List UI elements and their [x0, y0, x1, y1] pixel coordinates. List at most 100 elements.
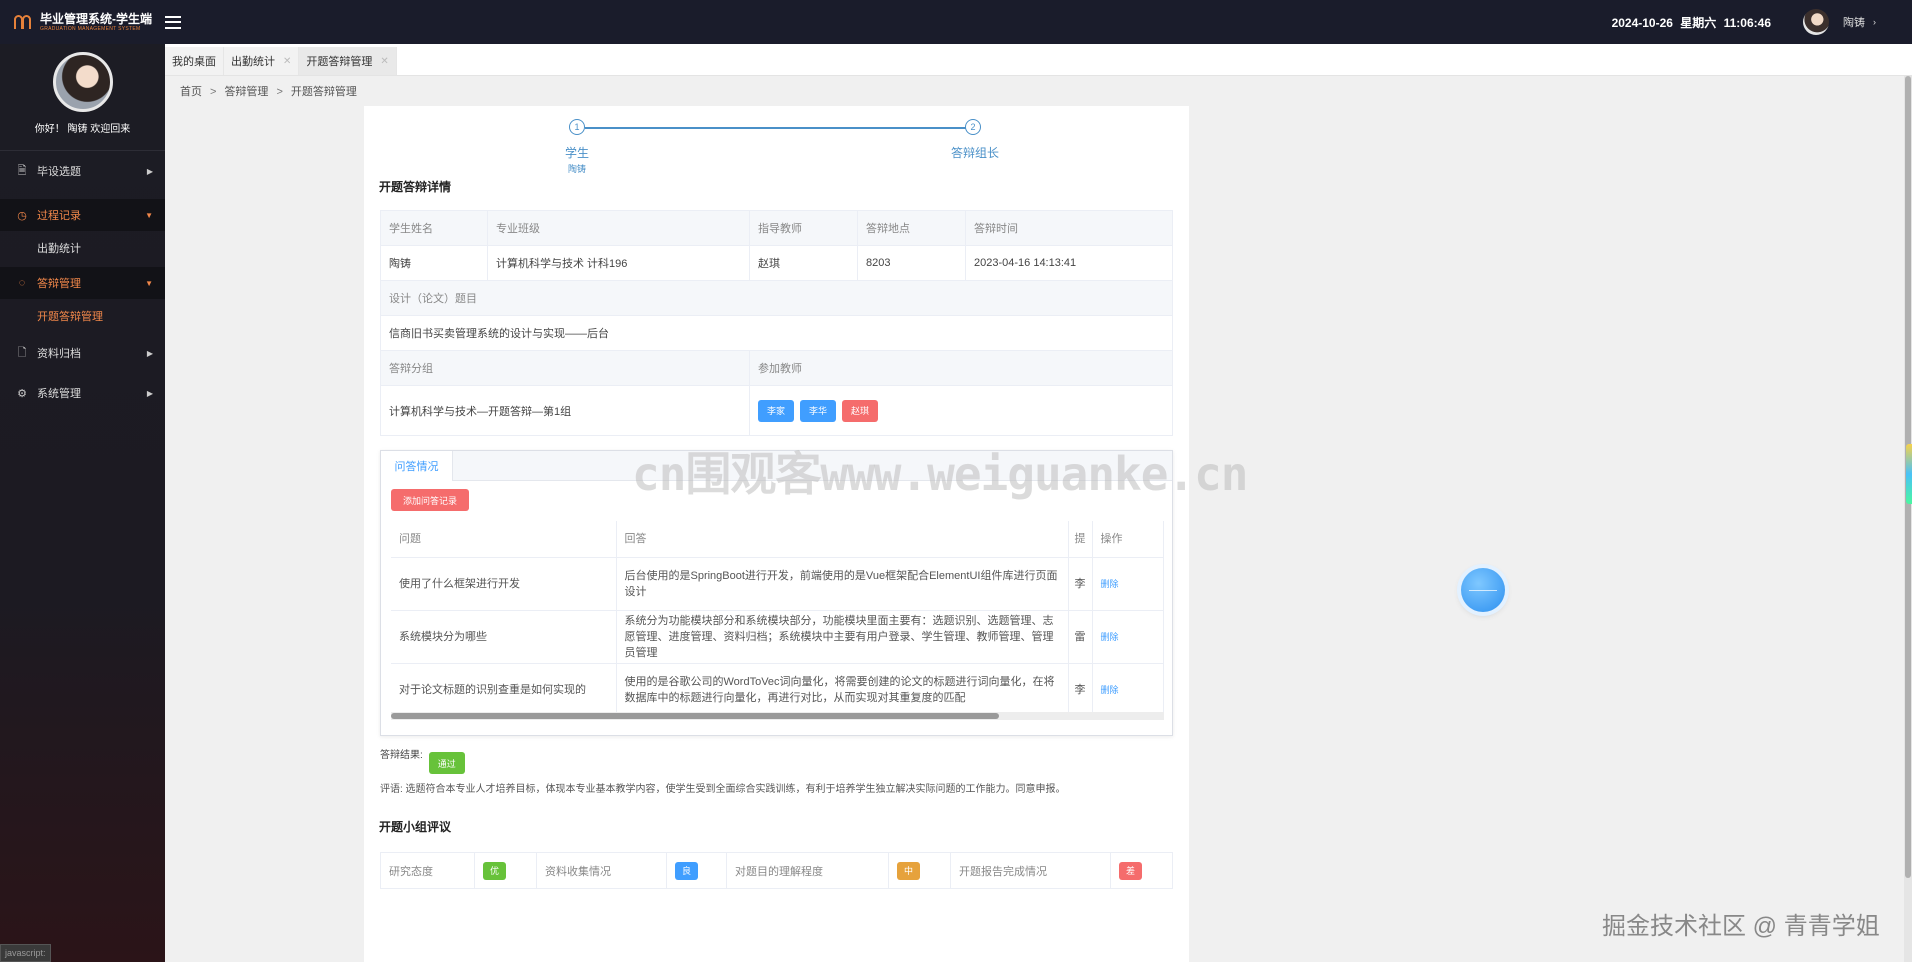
result-label: 答辩结果:	[380, 750, 423, 761]
main-card: 1 学生 陶铸 2 答辩组长 开题答辩详情 学生姓名 专业班级 指导教师 答辩地…	[364, 106, 1189, 962]
cell-questioner: 李	[1068, 557, 1093, 611]
rating-label: 研究态度	[380, 852, 475, 889]
detail-table: 学生姓名 专业班级 指导教师 答辩地点 答辩时间 陶铸 计算机科学与技术 计科1…	[380, 210, 1173, 436]
chat-icon: ◌	[18, 277, 26, 289]
profile-panel: 你好！ 陶铸 欢迎回来	[0, 44, 165, 151]
step-1-subtitle: 陶铸	[568, 164, 587, 174]
cell-answer: 后台使用的是SpringBoot进行开发，前端使用的是Vue框架配合Elemen…	[616, 557, 1069, 611]
header-class: 专业班级	[487, 210, 750, 246]
step-connector	[585, 127, 969, 129]
sidebar-item-label: 毕设选题	[37, 166, 81, 178]
header-advisor: 指导教师	[749, 210, 858, 246]
result-badge: 通过	[428, 752, 465, 774]
table-row: 使用了什么框架进行开发 后台使用的是SpringBoot进行开发，前端使用的是V…	[391, 557, 1164, 611]
close-icon[interactable]: ✕	[380, 56, 388, 67]
qa-table: 问题 回答 提 操作 使用了什么框架进行开发 后台使用的是SpringBoot进…	[391, 521, 1164, 717]
progress-steps: 1 学生 陶铸 2 答辩组长	[364, 106, 1189, 176]
delete-link[interactable]: 删除	[1092, 663, 1164, 717]
rating-value: 良	[666, 852, 727, 889]
breadcrumb-home[interactable]: 首页	[180, 86, 202, 98]
step-2-title: 答辩组长	[951, 146, 1000, 160]
hamburger-menu-icon[interactable]	[165, 15, 181, 29]
rating-label: 开题报告完成情况	[950, 852, 1111, 889]
teacher-tag: 李家	[758, 399, 795, 422]
detail-title: 开题答辩详情	[379, 180, 452, 194]
sidebar-item-process[interactable]: ◷ 过程记录 ▼	[0, 199, 165, 231]
welcome-text: 你好！ 陶铸 欢迎回来	[34, 124, 131, 135]
credit-watermark: 掘金技术社区 @ 青青学姐	[1602, 913, 1880, 940]
topic-label: 设计（论文）题目	[380, 280, 1173, 316]
header-question: 问题	[391, 521, 617, 558]
file-icon: 🗋	[17, 346, 27, 359]
close-icon[interactable]: ✕	[283, 56, 291, 67]
header-questioner: 提	[1068, 521, 1093, 558]
rating-badge: 优	[483, 861, 507, 880]
teacher-tag: 李华	[800, 399, 837, 422]
floating-assistant-button[interactable]	[1461, 568, 1505, 612]
step-1-title: 学生	[565, 146, 590, 160]
teachers-label: 参加教师	[749, 350, 1173, 386]
cell-questioner: 李	[1068, 663, 1093, 717]
top-bar: 毕业管理系统-学生端 GRADUATION MANAGEMENT SYSTEM …	[0, 0, 1912, 44]
sidebar-item-label: 系统管理	[37, 388, 81, 400]
chevron-down-icon: ▼	[145, 210, 153, 220]
sidebar-item-label: 过程记录	[37, 210, 81, 222]
scrollbar-thumb[interactable]	[391, 713, 999, 719]
tab-opening-defense[interactable]: 开题答辩管理 ✕	[299, 47, 397, 75]
status-bar: javascript:	[0, 944, 51, 962]
header-operation: 操作	[1092, 521, 1164, 558]
value-student: 陶铸	[380, 245, 488, 281]
horizontal-scrollbar[interactable]	[391, 712, 1164, 720]
user-avatar[interactable]	[1803, 9, 1829, 35]
chevron-right-icon[interactable]: ›	[1873, 17, 1876, 27]
breadcrumb-current: 开题答辩管理	[290, 86, 357, 98]
tab-desktop[interactable]: 我的桌面	[165, 47, 224, 75]
sidebar-item-defense[interactable]: ◌ 答辩管理 ▼	[0, 267, 165, 299]
value-time: 2023-04-16 14:13:41	[965, 245, 1173, 281]
app-title: 毕业管理系统-学生端	[40, 11, 152, 26]
sidebar-subitem-attendance[interactable]: 出勤统计	[0, 231, 165, 265]
table-row: 对于论文标题的识别查重是如何实现的 使用的是谷歌公司的WordToVec词向量化…	[391, 663, 1164, 717]
value-location: 8203	[857, 245, 966, 281]
rating-label: 资料收集情况	[536, 852, 667, 889]
document-icon: 🗎	[17, 164, 27, 177]
user-name[interactable]: 陶铸	[1843, 14, 1865, 30]
sidebar-item-system[interactable]: ⚙ 系统管理 ▶	[0, 373, 165, 413]
step-1-circle: 1	[569, 119, 585, 135]
clock-icon: ◷	[17, 209, 27, 222]
sidebar-item-topic[interactable]: 🗎 毕设选题 ▶	[0, 151, 165, 191]
add-qa-button[interactable]: 添加问答记录	[391, 489, 470, 511]
sidebar-item-archive[interactable]: 🗋 资料归档 ▶	[0, 333, 165, 373]
rating-badge: 差	[1119, 861, 1143, 880]
teachers-list: 李家 李华 赵琪	[749, 385, 1173, 436]
app-logo[interactable]: 毕业管理系统-学生端 GRADUATION MANAGEMENT SYSTEM	[0, 0, 165, 44]
tab-qa[interactable]: 问答情况	[381, 451, 453, 481]
group-value: 计算机科学与技术—开题答辩—第1组	[380, 385, 750, 436]
app-subtitle: GRADUATION MANAGEMENT SYSTEM	[40, 25, 141, 32]
step-2-circle: 2	[965, 119, 981, 135]
cell-question: 使用了什么框架进行开发	[391, 557, 617, 611]
table-row: 系统模块分为哪些 系统分为功能模块部分和系统模块部分，功能模块里面主要有：选题识…	[391, 610, 1164, 664]
tab-attendance[interactable]: 出勤统计 ✕	[224, 47, 300, 75]
sidebar: 你好！ 陶铸 欢迎回来 🗎 毕设选题 ▶ ◷ 过程记录 ▼ 出勤统计 ◌ 答辩管…	[0, 44, 165, 962]
rating-badge: 良	[675, 861, 699, 880]
delete-link[interactable]: 删除	[1092, 557, 1164, 611]
header-location: 答辩地点	[857, 210, 966, 246]
rating-title: 开题小组评议	[379, 820, 452, 834]
topic-value: 信商旧书买卖管理系统的设计与实现——后台	[380, 315, 1173, 351]
breadcrumb-defense[interactable]: 答辩管理	[224, 86, 268, 98]
rating-value: 中	[888, 852, 951, 889]
profile-avatar	[52, 52, 113, 112]
breadcrumb: 首页 > 答辩管理 > 开题答辩管理	[180, 86, 357, 98]
delete-link[interactable]: 删除	[1092, 610, 1164, 664]
datetime-display: 2024-10-26 星期六 11:06:46	[1611, 15, 1771, 30]
sidebar-subitem-opening-defense[interactable]: 开题答辩管理	[0, 299, 165, 333]
watermark-text: cn围观客www.weiguanke.cn	[632, 447, 1248, 501]
teacher-tag: 赵琪	[842, 399, 879, 422]
side-widget[interactable]	[1906, 444, 1912, 504]
header-time: 答辩时间	[965, 210, 1173, 246]
vertical-scrollbar[interactable]	[1904, 76, 1912, 962]
header-answer: 回答	[616, 521, 1069, 558]
chevron-down-icon: ▼	[145, 278, 153, 288]
logo-mark-icon	[14, 15, 36, 29]
